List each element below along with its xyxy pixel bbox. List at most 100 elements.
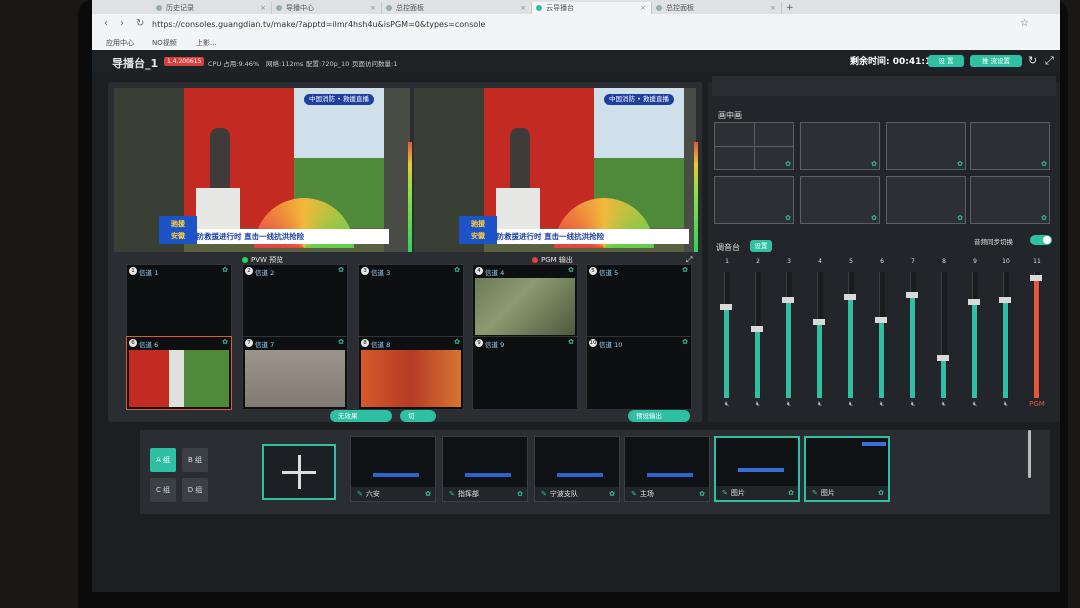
- fader-knob[interactable]: [844, 294, 856, 300]
- mute-icon[interactable]: 🔇︎: [745, 400, 771, 409]
- bookmark-other[interactable]: 上影...: [196, 38, 217, 48]
- fader-knob[interactable]: [937, 355, 949, 361]
- gear-icon[interactable]: ✿: [785, 160, 791, 168]
- fader-knob[interactable]: [751, 326, 763, 332]
- mixer-fader[interactable]: [776, 272, 802, 398]
- pin-icon[interactable]: ✎: [812, 489, 818, 497]
- gear-icon[interactable]: ✿: [788, 486, 794, 500]
- gear-icon[interactable]: ✿: [785, 214, 791, 222]
- scene-card[interactable]: ✎ 主场 ✿: [624, 436, 710, 502]
- group-c-button[interactable]: C 组: [150, 478, 176, 502]
- pin-icon[interactable]: ✎: [722, 489, 728, 497]
- mute-icon[interactable]: 🔇︎: [993, 400, 1019, 409]
- close-icon[interactable]: ×: [640, 2, 646, 14]
- add-scene-button[interactable]: [262, 444, 336, 500]
- fader-knob[interactable]: [999, 297, 1011, 303]
- gear-icon[interactable]: ✿: [682, 266, 688, 274]
- gear-icon[interactable]: ✿: [682, 338, 688, 346]
- group-d-button[interactable]: D 组: [182, 478, 208, 502]
- channel-cell[interactable]: 8 信道 8 ✿: [358, 336, 464, 410]
- channel-cell[interactable]: 10 信道 10 ✿: [586, 336, 692, 410]
- forward-icon[interactable]: ›: [120, 18, 124, 29]
- gear-icon[interactable]: ✿: [425, 487, 431, 501]
- mixer-settings-button[interactable]: 设置: [750, 240, 772, 252]
- channel-cell[interactable]: 2 信道 2 ✿: [242, 264, 348, 338]
- layout-side-by-side[interactable]: ✿: [886, 176, 966, 224]
- gear-icon[interactable]: ✿: [1041, 214, 1047, 222]
- layout-double[interactable]: ✿: [970, 176, 1050, 224]
- pvw-video[interactable]: 中国消防 • 救援直播 消防救援进行时 直击一线抗洪抢险 驰援 安徽: [114, 88, 410, 252]
- gear-icon[interactable]: ✿: [957, 160, 963, 168]
- mute-icon[interactable]: 🔇︎: [776, 400, 802, 409]
- gear-icon[interactable]: ✿: [517, 487, 523, 501]
- transition-effect-select[interactable]: 无效果: [330, 410, 392, 422]
- group-a-button[interactable]: A 组: [150, 448, 176, 472]
- audio-sync-toggle[interactable]: [1030, 235, 1052, 245]
- reload-icon[interactable]: ↻: [136, 18, 144, 29]
- close-icon[interactable]: ×: [770, 2, 776, 14]
- close-icon[interactable]: ×: [260, 2, 266, 14]
- gear-icon[interactable]: ✿: [222, 266, 228, 274]
- mute-icon[interactable]: 🔇︎: [807, 400, 833, 409]
- layout-quad[interactable]: ✿: [714, 122, 794, 170]
- pin-icon[interactable]: ✎: [357, 490, 363, 498]
- layout-pip-right[interactable]: ✿: [800, 122, 880, 170]
- gear-icon[interactable]: ✿: [878, 486, 884, 500]
- mixer-fader[interactable]: [714, 272, 740, 398]
- gear-icon[interactable]: ✿: [338, 266, 344, 274]
- scene-card[interactable]: ✎ 图片 ✿: [714, 436, 800, 502]
- fader-knob[interactable]: [813, 319, 825, 325]
- mute-icon[interactable]: 🔇︎: [869, 400, 895, 409]
- channel-cell[interactable]: 7 信道 7 ✿: [242, 336, 348, 410]
- fader-knob[interactable]: [906, 292, 918, 298]
- push-settings-button[interactable]: 推 流设置: [970, 55, 1022, 67]
- pin-icon[interactable]: ✎: [631, 490, 637, 498]
- mute-icon[interactable]: 🔇︎: [838, 400, 864, 409]
- fader-knob[interactable]: [782, 297, 794, 303]
- gear-icon[interactable]: ✿: [1041, 160, 1047, 168]
- close-icon[interactable]: ×: [370, 2, 376, 14]
- url-field[interactable]: https://consoles.guangdian.tv/make/?appt…: [152, 18, 982, 32]
- gear-icon[interactable]: ✿: [454, 338, 460, 346]
- gear-icon[interactable]: ✿: [222, 338, 228, 346]
- mute-icon[interactable]: 🔇︎: [931, 400, 957, 409]
- scene-card[interactable]: ✎ 指挥部 ✿: [442, 436, 528, 502]
- tab-control[interactable]: 总控面板 ×: [382, 2, 532, 14]
- channel-cell[interactable]: 1 信道 1 ✿: [126, 264, 232, 338]
- settings-button[interactable]: 设 置: [928, 55, 964, 67]
- group-b-button[interactable]: B 组: [182, 448, 208, 472]
- channel-cell[interactable]: 5 信道 5 ✿: [586, 264, 692, 338]
- gear-icon[interactable]: ✿: [568, 266, 574, 274]
- pgm-video[interactable]: 中国消防 • 救援直播 消防救援进行时 直击一线抗洪抢险 驰援 安徽: [414, 88, 696, 252]
- channel-cell[interactable]: 4 信道 4 ✿: [472, 264, 578, 338]
- mute-icon[interactable]: 🔇︎: [714, 400, 740, 409]
- pin-icon[interactable]: ✎: [449, 490, 455, 498]
- tab-cloud-director[interactable]: 云导播台 ×: [532, 2, 652, 14]
- channel-cell[interactable]: 3 信道 3 ✿: [358, 264, 464, 338]
- mixer-fader[interactable]: [838, 272, 864, 398]
- mixer-fader[interactable]: [807, 272, 833, 398]
- gear-icon[interactable]: ✿: [454, 266, 460, 274]
- bookmark-video[interactable]: NO视频: [152, 38, 177, 48]
- scene-card[interactable]: ✎ 宁波支队 ✿: [534, 436, 620, 502]
- gear-icon[interactable]: ✿: [338, 338, 344, 346]
- mixer-fader[interactable]: [962, 272, 988, 398]
- pgm-fader[interactable]: [1024, 272, 1050, 398]
- fader-knob[interactable]: [968, 299, 980, 305]
- fader-knob[interactable]: [720, 304, 732, 310]
- mute-icon[interactable]: 🔇︎: [900, 400, 926, 409]
- new-tab-button[interactable]: +: [782, 2, 802, 14]
- layout-pip-corner[interactable]: ✿: [970, 122, 1050, 170]
- mixer-fader[interactable]: [900, 272, 926, 398]
- preset-output-select[interactable]: 预设输出: [628, 410, 690, 422]
- back-icon[interactable]: ‹: [104, 18, 108, 29]
- gear-icon[interactable]: ✿: [699, 487, 705, 501]
- pin-icon[interactable]: ✎: [541, 490, 547, 498]
- scene-card[interactable]: ✎ 图片 ✿: [804, 436, 890, 502]
- mixer-fader[interactable]: [869, 272, 895, 398]
- gear-icon[interactable]: ✿: [957, 214, 963, 222]
- scene-scrollbar[interactable]: [1028, 430, 1031, 478]
- gear-icon[interactable]: ✿: [568, 338, 574, 346]
- tab-history[interactable]: 历史记录 ×: [152, 2, 272, 14]
- channel-cell[interactable]: 6 信道 6 ✿: [126, 336, 232, 410]
